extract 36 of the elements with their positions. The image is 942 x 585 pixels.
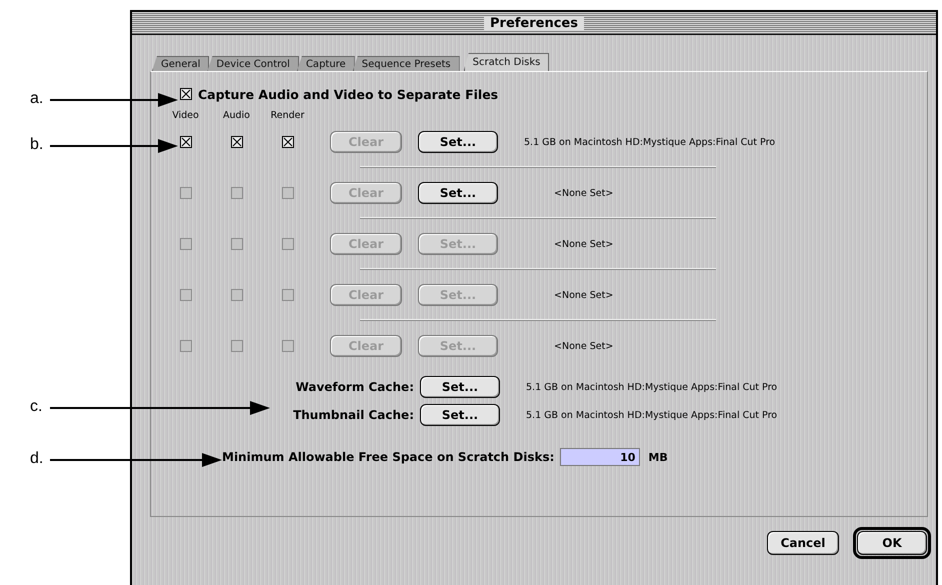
field-label: Minimum Allowable Free Space on Scratch Disks: xyxy=(222,450,554,464)
ok-button[interactable]: OK xyxy=(857,531,927,555)
checkbox[interactable] xyxy=(180,88,192,100)
set-button[interactable]: Set... xyxy=(418,131,498,153)
disk-location: <None Set> xyxy=(554,238,614,250)
unit-label: MB xyxy=(648,450,668,464)
column-header: Video xyxy=(171,110,200,122)
cache-label: Thumbnail Cache: xyxy=(292,408,414,422)
column-header: Render xyxy=(270,110,306,122)
tab[interactable]: Sequence Presets xyxy=(352,56,460,71)
annotation-label: c. xyxy=(30,398,42,416)
checkbox[interactable] xyxy=(180,136,192,148)
cache-location: 5.1 GB on Macintosh HD:Mystique Apps:Final Cut Pro xyxy=(526,410,778,420)
disk-location: <None Set> xyxy=(554,188,614,198)
cache-location: 5.1 GB on Macintosh HD:Mystique Apps:Final Cut Pro xyxy=(526,382,778,392)
tab[interactable]: Device Control xyxy=(207,56,299,71)
window-title: Preferences xyxy=(484,16,584,30)
column-header: Audio xyxy=(222,110,251,122)
disk-location: 5.1 GB on Macintosh HD:Mystique Apps:Final Cut Pro xyxy=(524,136,776,148)
input-field[interactable]: 10 xyxy=(560,448,640,466)
checkbox-label: Capture Audio and Video to Separate Files xyxy=(198,86,498,102)
disk-location: <None Set> xyxy=(554,290,614,300)
checkbox[interactable] xyxy=(282,136,294,148)
set-button[interactable]: Set... xyxy=(418,182,498,204)
cancel-button[interactable]: Cancel xyxy=(767,531,839,555)
checkbox[interactable] xyxy=(230,136,242,148)
annotation-label: b. xyxy=(30,136,44,154)
tab[interactable]: Capture xyxy=(296,56,355,71)
disk-location: <None Set> xyxy=(554,340,614,352)
set-button[interactable]: Set... xyxy=(420,376,500,398)
set-button[interactable]: Set... xyxy=(420,404,500,426)
cache-label: Waveform Cache: xyxy=(294,380,414,394)
tab[interactable]: General xyxy=(152,56,210,71)
tab[interactable]: Scratch Disks xyxy=(464,53,550,71)
annotation-label: a. xyxy=(30,90,44,108)
annotation-label: d. xyxy=(30,450,44,468)
